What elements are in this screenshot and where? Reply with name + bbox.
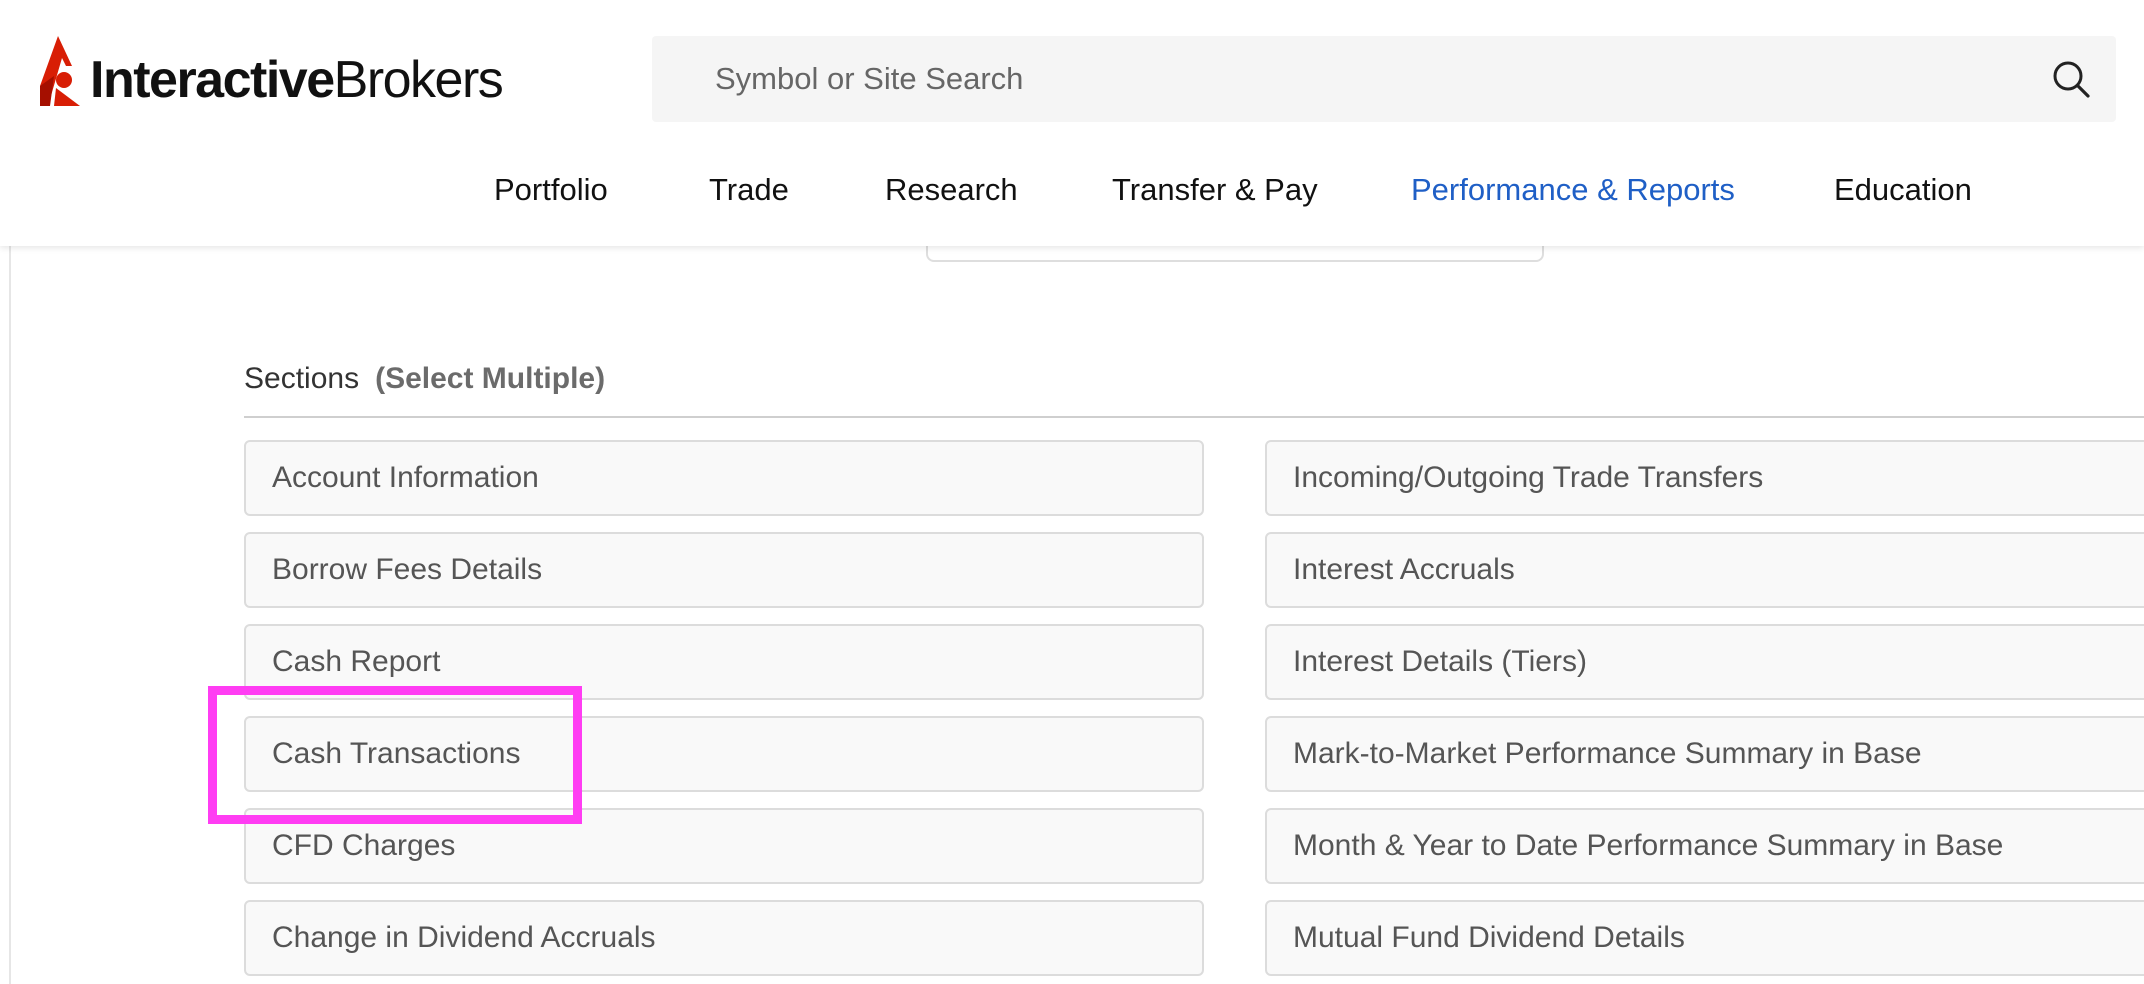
sections-heading: Sections (Select Multiple) — [244, 362, 605, 396]
option-label: CFD Charges — [272, 829, 456, 862]
section-option-interest-accruals[interactable]: Interest Accruals — [1265, 532, 2144, 608]
section-option-borrow-fees-details[interactable]: Borrow Fees Details — [244, 532, 1204, 608]
ib-logo-icon — [40, 36, 80, 106]
option-label: Cash Report — [272, 645, 441, 678]
section-option-cash-transactions[interactable]: Cash Transactions — [244, 716, 1204, 792]
sections-divider — [244, 416, 2144, 418]
nav-performance-reports[interactable]: Performance & Reports — [1411, 172, 1735, 208]
option-label: Interest Accruals — [1293, 553, 1515, 586]
nav-trade[interactable]: Trade — [709, 172, 789, 208]
section-option-mutual-fund-dividend-details[interactable]: Mutual Fund Dividend Details — [1265, 900, 2144, 976]
site-header: InteractiveBrokers Portfolio Trade Resea… — [0, 0, 2144, 246]
section-option-interest-details-tiers[interactable]: Interest Details (Tiers) — [1265, 624, 2144, 700]
site-search — [652, 36, 2116, 122]
option-label: Month & Year to Date Performance Summary… — [1293, 829, 2004, 862]
main-nav: Portfolio Trade Research Transfer & Pay … — [0, 172, 2144, 228]
option-label: Interest Details (Tiers) — [1293, 645, 1587, 678]
option-label: Account Information — [272, 461, 539, 494]
nav-research[interactable]: Research — [885, 172, 1018, 208]
option-label: Mark-to-Market Performance Summary in Ba… — [1293, 737, 1922, 770]
section-option-mtm-performance-summary[interactable]: Mark-to-Market Performance Summary in Ba… — [1265, 716, 2144, 792]
section-option-cfd-charges[interactable]: CFD Charges — [244, 808, 1204, 884]
option-label: Borrow Fees Details — [272, 553, 543, 586]
option-label: Incoming/Outgoing Trade Transfers — [1293, 461, 1764, 494]
search-input[interactable] — [652, 36, 2116, 122]
section-option-month-year-to-date-summary[interactable]: Month & Year to Date Performance Summary… — [1265, 808, 2144, 884]
nav-transfer-pay[interactable]: Transfer & Pay — [1112, 172, 1318, 208]
nav-portfolio[interactable]: Portfolio — [494, 172, 608, 208]
option-label: Change in Dividend Accruals — [272, 921, 656, 954]
section-option-change-in-dividend-accruals[interactable]: Change in Dividend Accruals — [244, 900, 1204, 976]
logo-text: InteractiveBrokers — [90, 51, 504, 109]
option-label: Mutual Fund Dividend Details — [1293, 921, 1685, 954]
section-option-cash-report[interactable]: Cash Report — [244, 624, 1204, 700]
search-icon[interactable] — [2050, 58, 2092, 100]
sections-subtitle: (Select Multiple) — [375, 362, 606, 395]
section-option-account-information[interactable]: Account Information — [244, 440, 1204, 516]
sections-title: Sections — [244, 362, 360, 395]
nav-education[interactable]: Education — [1834, 172, 1972, 208]
option-label: Cash Transactions — [272, 737, 521, 770]
section-option-incoming-outgoing-trade-transfers[interactable]: Incoming/Outgoing Trade Transfers — [1265, 440, 2144, 516]
content-frame-border — [9, 246, 11, 984]
